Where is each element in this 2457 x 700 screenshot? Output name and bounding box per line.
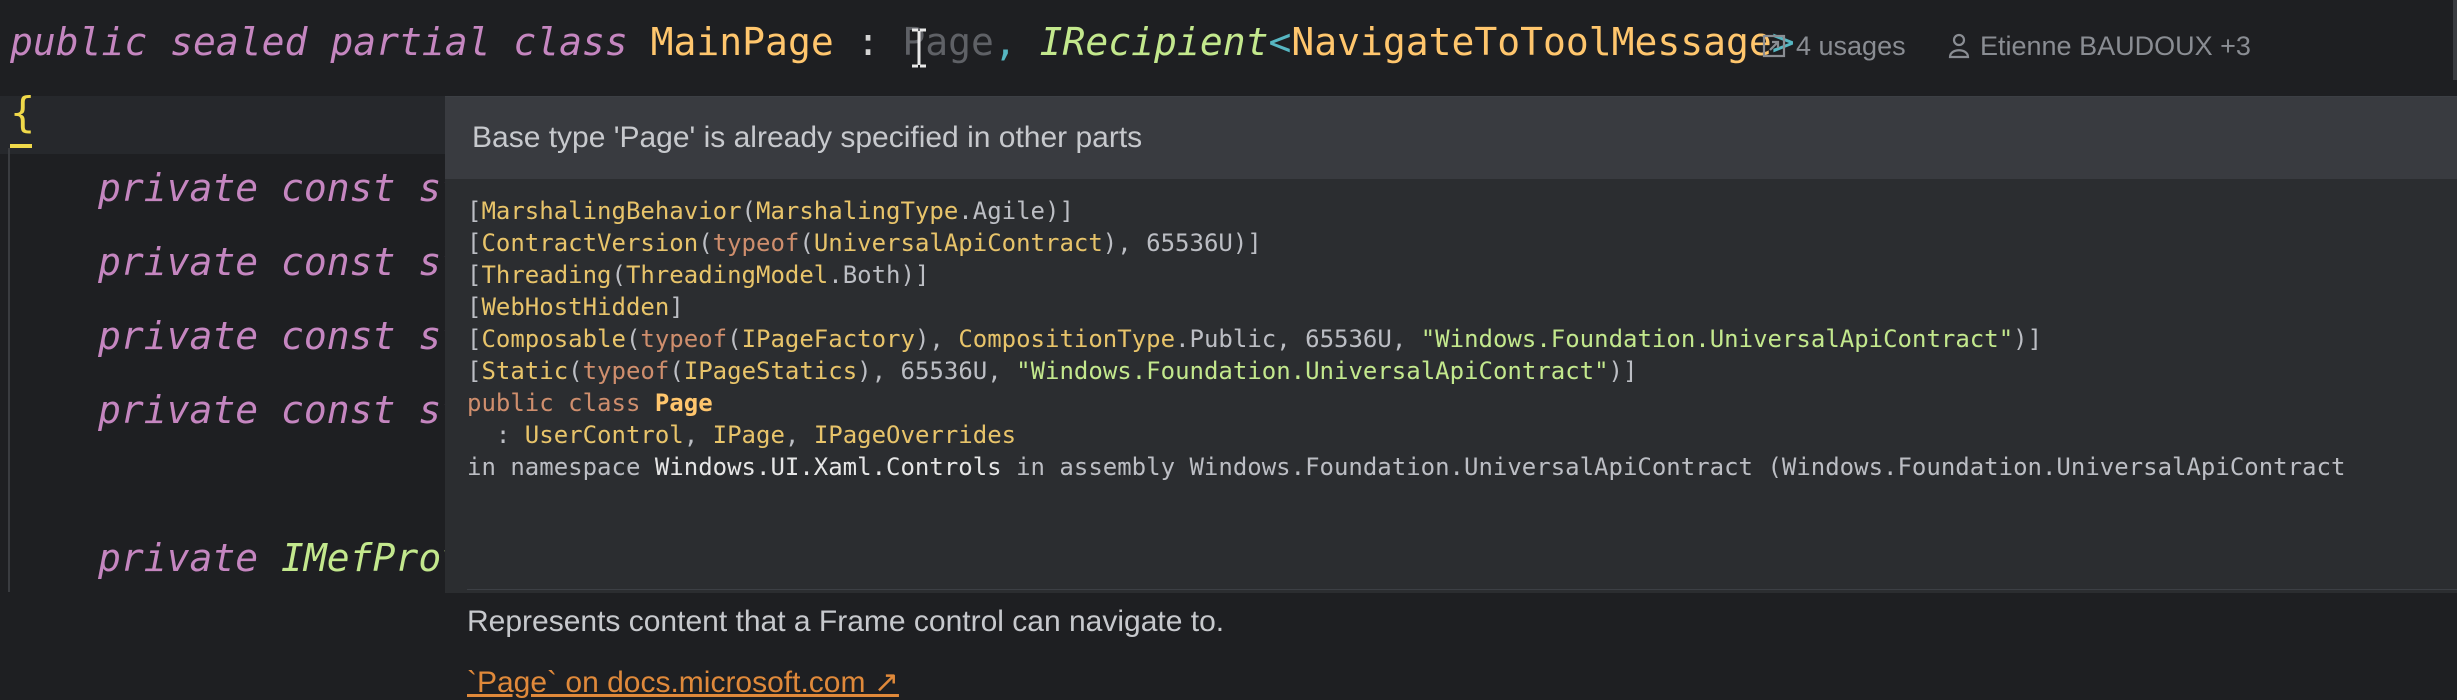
sig-line-5: [Composable(typeof(IPageFactory), Compos… [467,325,2043,353]
namespace-link[interactable]: Windows.UI.Xaml.Controls [655,453,1002,481]
authors-label: Etienne BAUDOUX +3 [1980,30,2251,61]
link-usercontrol[interactable]: UserControl [525,421,684,449]
docs-link[interactable]: `Page` on docs.microsoft.com ↗ [467,665,899,700]
type-signature: [MarshalingBehavior(MarshalingType.Agile… [467,195,2457,483]
code-line[interactable]: private const st [98,312,464,360]
code-line[interactable]: private const st [98,386,464,434]
brace-match-underline [10,144,32,148]
sig-line-9: in namespace Windows.UI.Xaml.Controls in… [467,453,2346,481]
keyword-sealed: sealed [170,20,308,64]
external-link-icon [1762,34,1786,58]
text-cursor-icon [912,28,926,68]
type-fragment: IMefProv [281,536,465,580]
keyword-class: class [513,20,628,64]
keyword-private: private [98,240,259,284]
assembly-name: Windows.Foundation.UniversalApiContract … [1189,453,2346,481]
code-line[interactable]: private const st [98,164,464,212]
keyword-private: private [98,314,259,358]
sig-line-1: [MarshalingBehavior(MarshalingType.Agile… [467,197,1074,225]
usages-inlay-hint[interactable]: 4 usages [1762,22,1906,70]
generic-open: < [1268,20,1292,64]
colon: : [856,20,880,64]
popup-warning-header: Base type 'Page' is already specified in… [445,97,2457,179]
comma: , [993,20,1017,64]
indent-guide [8,148,10,592]
type-description: Represents content that a Frame control … [467,605,1225,638]
current-line-highlight [0,96,450,154]
usages-label: 4 usages [1796,30,1906,61]
keyword-private: private [98,166,259,210]
keyword-public: public [10,20,148,64]
sig-line-2: [ContractVersion(typeof(UniversalApiCont… [467,229,1262,257]
quick-doc-popup[interactable]: Base type 'Page' is already specified in… [445,96,2457,699]
sig-line-6: [Static(typeof(IPageStatics), 65536U, "W… [467,357,1638,385]
class-declaration-line[interactable]: public sealed partial class MainPage : P… [10,18,1795,66]
sig-line-4: [WebHostHidden] [467,293,684,321]
keyword-const: const [281,240,396,284]
generic-argument[interactable]: NavigateToToolMessage [1291,20,1771,64]
authors-inlay-hint[interactable]: Etienne BAUDOUX +3 [1948,22,2251,70]
code-line[interactable]: private const st [98,238,464,286]
open-brace[interactable]: { [10,88,35,137]
user-icon [1948,33,1970,59]
sig-line-3: [Threading(ThreadingModel.Both)] [467,261,930,289]
keyword-const: const [281,388,396,432]
link-ipage[interactable]: IPage [713,421,785,449]
class-name[interactable]: MainPage [651,20,834,64]
sig-line-7: public class Page [467,389,713,417]
popup-divider [467,589,2457,590]
scrollbar-marker[interactable] [2453,0,2457,80]
sig-line-8: : UserControl, IPage, IPageOverrides [467,421,1017,449]
keyword-private: private [98,536,259,580]
keyword-partial: partial [330,20,491,64]
keyword-const: const [281,314,396,358]
keyword-private: private [98,388,259,432]
interface-name[interactable]: IRecipient [1040,20,1269,64]
keyword-const: const [281,166,396,210]
code-line[interactable]: private IMefProv [98,534,464,582]
link-ipageoverrides[interactable]: IPageOverrides [814,421,1016,449]
